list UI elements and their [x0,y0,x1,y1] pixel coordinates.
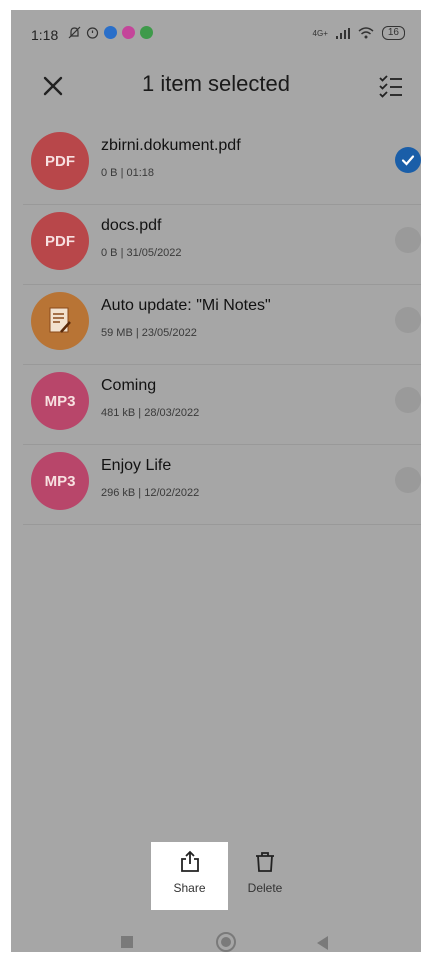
file-name: Coming [101,377,157,394]
page-title: 1 item selected [142,71,290,96]
trash-icon [256,852,274,872]
signal-icon [335,27,350,39]
file-list: PDF zbirni.dokument.pdf 0 B | 01:18 PDF … [23,125,421,525]
home-icon[interactable] [216,932,236,952]
file-meta: 296 kB | 12/02/2022 [101,487,200,499]
file-name: Enjoy Life [101,457,172,474]
wifi-icon [358,27,374,39]
share-label: Share [173,881,206,895]
status-bar: 1:18 4G+ 16 [11,10,421,54]
file-row[interactable]: MP3 Enjoy Life 296 kB | 12/02/2022 [23,445,421,525]
document-pencil-icon [49,307,71,333]
select-all-icon[interactable] [377,72,405,100]
spotify-icon [140,26,153,39]
selection-checkbox[interactable] [395,227,421,253]
selection-header: 1 item selected [11,60,421,110]
silent-bell-icon [68,26,81,39]
status-time: 1:18 [31,27,59,43]
file-meta: 481 kB | 28/03/2022 [101,407,200,419]
file-row[interactable]: PDF zbirni.dokument.pdf 0 B | 01:18 [23,125,421,205]
share-icon [180,850,199,872]
file-row[interactable]: MP3 Coming 481 kB | 28/03/2022 [23,365,421,445]
file-row[interactable]: PDF docs.pdf 0 B | 31/05/2022 [23,205,421,285]
share-button[interactable]: Share [151,842,228,910]
file-row[interactable]: Auto update: "Mi Notes" 59 MB | 23/05/20… [23,285,421,365]
checkmark-icon [401,155,415,166]
back-icon[interactable] [317,936,328,950]
screen: 1:18 4G+ 16 1 item selected PDF zbirni.d… [11,10,421,952]
file-meta: 0 B | 01:18 [101,167,155,179]
selection-checkbox[interactable] [395,387,421,413]
notes-app-icon [31,292,89,350]
pdf-file-icon: PDF [31,132,89,190]
mp3-file-icon: MP3 [31,452,89,510]
delete-label: Delete [247,881,283,895]
status-right: 4G+ 16 [313,26,405,40]
battery-indicator: 16 [381,26,405,40]
selection-checkbox[interactable] [395,307,421,333]
pdf-file-icon: PDF [31,212,89,270]
mp3-file-icon: MP3 [31,372,89,430]
selection-checkbox[interactable] [395,467,421,493]
selection-checkbox[interactable] [395,147,421,173]
recent-apps-icon[interactable] [121,936,133,948]
file-name: docs.pdf [101,217,162,234]
file-meta: 59 MB | 23/05/2022 [101,327,197,339]
instagram-icon [122,26,135,39]
alarm-icon [86,27,99,39]
notification-icons [68,26,153,39]
network-label: 4G+ [312,28,328,38]
messenger-icon [104,26,117,39]
file-name: zbirni.dokument.pdf [101,137,241,154]
file-meta: 0 B | 31/05/2022 [101,247,182,259]
file-name: Auto update: "Mi Notes" [101,297,271,314]
system-nav-bar [11,922,421,952]
delete-button[interactable]: Delete [235,842,295,910]
